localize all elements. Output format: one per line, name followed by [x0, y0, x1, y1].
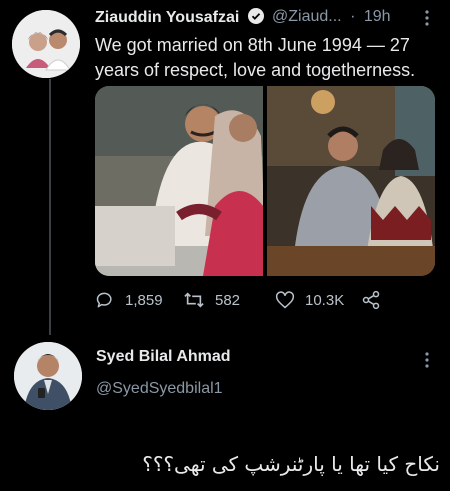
tweet-text: We got married on 8th June 1994 — 27 yea… [95, 35, 416, 80]
retweet-button[interactable]: 582 [183, 290, 240, 310]
verified-badge-icon [247, 8, 264, 24]
restaurant-photo [267, 86, 435, 276]
author-avatar[interactable] [12, 10, 80, 78]
author-name-text[interactable]: Ziauddin Yousafzai [95, 9, 239, 26]
reply-author-avatar-image [14, 342, 82, 410]
more-vertical-icon[interactable] [423, 10, 431, 26]
reply-text: نکاح کیا تھا یا پارٹنرشپ کی تھی؟؟؟ [142, 452, 440, 476]
reply-author-name[interactable]: Syed Bilal Ahmad [96, 348, 231, 366]
tweet-media[interactable] [95, 86, 435, 276]
author-name[interactable]: Ziauddin Yousafzai [95, 8, 264, 27]
reply-author-handle[interactable]: @SyedSyedbilal1 [96, 380, 223, 398]
header-separator: · [350, 8, 356, 25]
author-handle-row: @Ziaud... · 19h [272, 8, 391, 26]
share-icon [362, 290, 380, 310]
tweet-timestamp[interactable]: 19h [364, 8, 391, 25]
like-button[interactable]: 10.3K [275, 290, 344, 310]
author-avatar-image [12, 10, 80, 78]
retweet-count: 582 [215, 291, 241, 309]
reply-icon [96, 292, 112, 308]
author-handle[interactable]: @Ziaud... [272, 8, 342, 25]
thread-connector-line [49, 79, 51, 335]
wedding-photo [95, 86, 265, 276]
retweet-icon [184, 292, 204, 308]
reply-count: 1,859 [125, 291, 163, 309]
reply-button[interactable]: 1,859 [95, 290, 163, 310]
reply-more-vertical-icon[interactable] [423, 352, 431, 368]
tweet-media-photos [95, 86, 435, 276]
reply-author-avatar[interactable] [14, 342, 82, 410]
heart-icon [275, 291, 295, 309]
share-button[interactable] [361, 290, 391, 310]
like-count: 10.3K [305, 291, 345, 309]
tweet-actions: 1,859 582 10.3K [95, 290, 435, 312]
